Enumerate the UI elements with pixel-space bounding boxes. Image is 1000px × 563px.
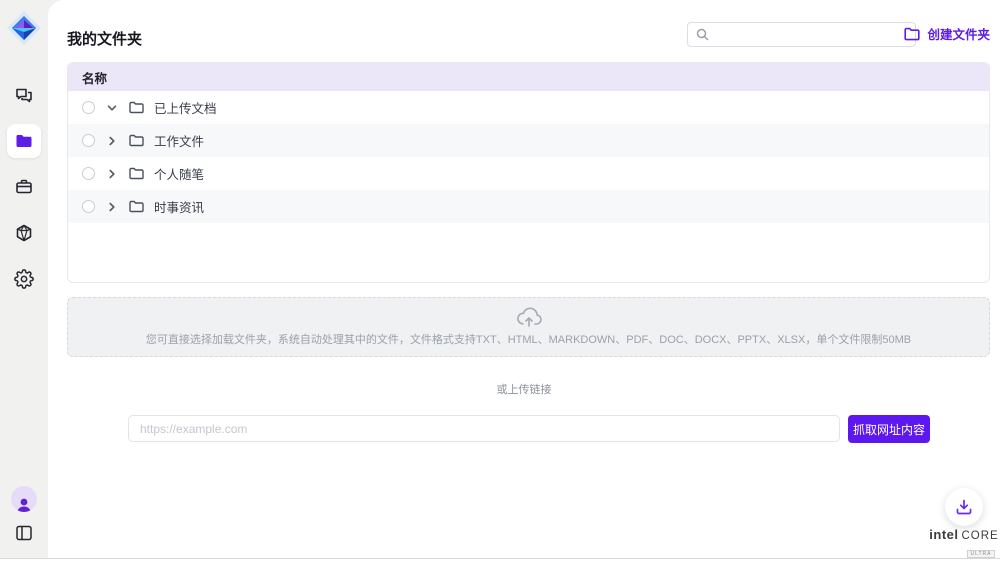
page-header: 我的文件夹 创建文件夹 xyxy=(67,24,990,52)
app-logo-icon[interactable] xyxy=(6,10,42,46)
create-folder-label: 创建文件夹 xyxy=(927,24,990,43)
folder-table: 名称 已上传文档 工作文件 个人随笔 xyxy=(67,62,990,283)
download-icon xyxy=(955,498,973,516)
folder-outline-icon xyxy=(129,101,144,114)
row-checkbox[interactable] xyxy=(82,200,95,213)
sidebar-bottom xyxy=(11,486,37,542)
sidebar-item-folders[interactable] xyxy=(7,124,41,158)
or-upload-link-label: 或上传链接 xyxy=(48,381,1000,397)
sidebar-item-settings[interactable] xyxy=(7,262,41,296)
sidebar-nav xyxy=(7,78,41,296)
download-fab-button[interactable] xyxy=(945,488,983,526)
row-checkbox[interactable] xyxy=(82,134,95,147)
folder-row[interactable]: 时事资讯 xyxy=(68,190,989,223)
sidebar-item-models[interactable] xyxy=(7,216,41,250)
row-checkbox[interactable] xyxy=(82,167,95,180)
upload-hint-text: 您可直接选择加载文件夹，系统自动处理其中的文件，文件格式支持TXT、HTML、M… xyxy=(146,331,911,347)
chevron-icon[interactable] xyxy=(105,102,119,114)
page-title: 我的文件夹 xyxy=(67,28,142,49)
row-checkbox[interactable] xyxy=(82,101,95,114)
sidebar-item-workspace[interactable] xyxy=(7,170,41,204)
gear-icon xyxy=(14,269,34,289)
folder-plus-icon xyxy=(904,27,920,41)
intel-ultra-badge: ULTRA xyxy=(967,550,994,558)
create-folder-button[interactable]: 创建文件夹 xyxy=(904,24,990,43)
url-input[interactable] xyxy=(128,415,840,442)
folder-name: 个人随笔 xyxy=(154,164,204,183)
briefcase-icon xyxy=(14,177,34,197)
chevron-icon[interactable] xyxy=(105,201,119,213)
user-avatar[interactable] xyxy=(11,486,37,512)
cloud-upload-icon xyxy=(516,307,542,329)
sidebar xyxy=(0,0,48,556)
search-box xyxy=(687,22,916,47)
column-name-header: 名称 xyxy=(82,68,107,87)
table-body: 已上传文档 工作文件 个人随笔 时事资讯 xyxy=(68,91,989,223)
chevron-icon[interactable] xyxy=(105,168,119,180)
table-header: 名称 xyxy=(68,63,989,91)
folder-row[interactable]: 已上传文档 xyxy=(68,91,989,124)
main-panel: 我的文件夹 创建文件夹 名称 xyxy=(48,0,1000,558)
folder-icon xyxy=(14,131,34,151)
folder-name: 时事资讯 xyxy=(154,197,204,216)
folder-outline-icon xyxy=(129,200,144,213)
collapse-panel-icon[interactable] xyxy=(15,524,33,542)
search-icon xyxy=(696,28,709,41)
folder-name: 已上传文档 xyxy=(154,98,217,117)
fetch-url-button[interactable]: 抓取网址内容 xyxy=(848,415,930,443)
folder-row[interactable]: 工作文件 xyxy=(68,124,989,157)
intel-core-label: CORE xyxy=(962,530,999,542)
intel-core-logo: intel CORE ULTRA xyxy=(932,527,996,560)
sidebar-item-chat[interactable] xyxy=(7,78,41,112)
search-input[interactable] xyxy=(715,28,907,42)
intel-wordmark: intel xyxy=(929,527,958,542)
cube-icon xyxy=(14,223,34,243)
chevron-icon[interactable] xyxy=(105,135,119,147)
folder-outline-icon xyxy=(129,167,144,180)
chat-icon xyxy=(14,85,34,105)
window-bottom-edge xyxy=(0,558,1000,563)
folder-name: 工作文件 xyxy=(154,131,204,150)
folder-row[interactable]: 个人随笔 xyxy=(68,157,989,190)
upload-dropzone[interactable]: 您可直接选择加载文件夹，系统自动处理其中的文件，文件格式支持TXT、HTML、M… xyxy=(67,297,990,357)
folder-outline-icon xyxy=(129,134,144,147)
url-upload-row: 抓取网址内容 xyxy=(128,415,930,443)
